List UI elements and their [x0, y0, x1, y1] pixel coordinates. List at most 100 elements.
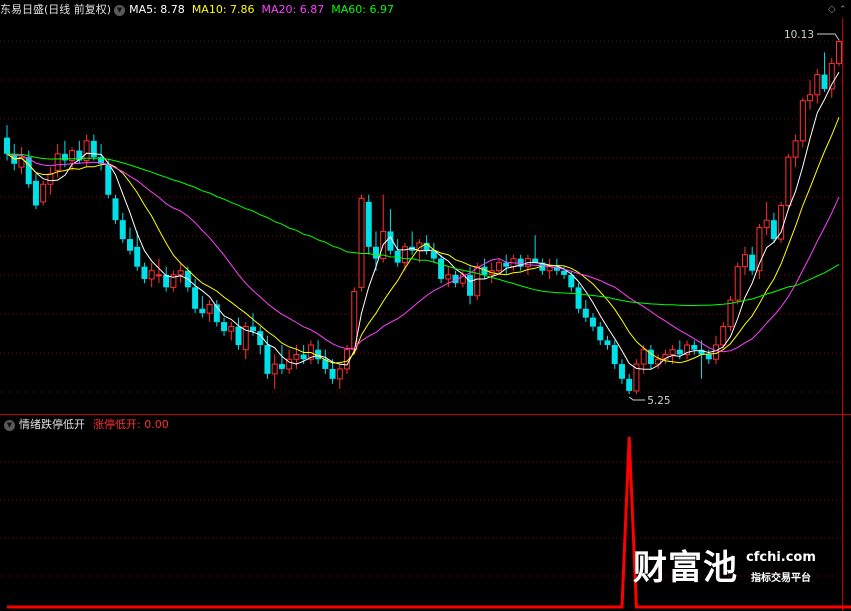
- ma-label: MA10: 7.86: [191, 3, 255, 16]
- candle-body: [691, 345, 698, 350]
- candle: [778, 201, 785, 243]
- candle-body: [40, 183, 47, 203]
- candle-body: [749, 254, 756, 271]
- candle-body: [126, 239, 133, 251]
- candle: [611, 340, 618, 369]
- candle-body: [221, 322, 228, 332]
- watermark-brand: 财富池: [633, 548, 738, 588]
- candle: [90, 134, 97, 161]
- candle-body: [821, 74, 828, 89]
- candle: [604, 335, 611, 350]
- candle: [315, 340, 322, 365]
- candle: [278, 345, 285, 374]
- candle: [358, 194, 365, 292]
- candle: [221, 317, 228, 336]
- candle: [206, 300, 213, 323]
- ma-legend: MA5: 8.78 MA10: 7.86 MA20: 6.87 MA60: 6.97: [129, 2, 401, 18]
- candle: [134, 231, 141, 271]
- candle-body: [597, 326, 604, 341]
- candle-body: [575, 287, 582, 309]
- candle: [821, 52, 828, 92]
- candle-body: [199, 308, 206, 314]
- candles-group: [4, 40, 842, 394]
- candle-body: [141, 266, 148, 279]
- candle-body: [365, 201, 372, 247]
- candle: [112, 194, 119, 224]
- candle: [633, 359, 640, 394]
- candle: [32, 173, 39, 210]
- candle: [546, 258, 553, 279]
- candle: [155, 258, 162, 284]
- candle: [387, 209, 394, 255]
- candle-body: [785, 156, 792, 207]
- candle: [271, 354, 278, 389]
- candle-body: [25, 157, 32, 185]
- candle-body: [105, 163, 112, 195]
- indicator-name: 情绪跌停低开: [19, 418, 85, 431]
- candle: [814, 68, 821, 104]
- candle-body: [148, 270, 155, 280]
- dropdown-icon[interactable]: ▼: [4, 419, 15, 431]
- candle-body: [112, 198, 119, 221]
- candle-body: [590, 317, 597, 327]
- candle-body: [438, 258, 445, 279]
- candle: [763, 201, 770, 236]
- indicator-header: ▼ 情绪跌停低开 涨停低开: 0.00: [0, 417, 169, 433]
- candle-body: [611, 345, 618, 365]
- candle: [322, 349, 329, 374]
- main-chart-header: 东易日盛(日线 前复权) ▼ MA5: 8.78 MA10: 7.86 MA20: 6.…: [0, 2, 401, 18]
- chart-canvas[interactable]: 10.13 5.25 ◇ ⌃: [0, 0, 851, 611]
- candle-body: [618, 364, 625, 379]
- candle: [582, 300, 589, 323]
- candle-body: [192, 287, 199, 309]
- candle: [170, 270, 177, 292]
- candle-body: [532, 258, 539, 263]
- candle: [807, 80, 814, 110]
- candle-body: [163, 274, 170, 288]
- candle-body: [300, 354, 307, 360]
- candle-body: [90, 140, 97, 158]
- candle: [119, 212, 126, 243]
- candle-body: [445, 274, 452, 280]
- candle-body: [582, 308, 589, 318]
- candle-body: [155, 274, 162, 277]
- candle: [698, 340, 705, 379]
- candle: [177, 262, 184, 284]
- candle: [163, 266, 170, 292]
- candle-body: [561, 270, 568, 275]
- candle: [430, 242, 437, 263]
- candle: [18, 147, 25, 174]
- candle-body: [264, 345, 271, 374]
- candle: [792, 134, 799, 168]
- candle-body: [329, 368, 336, 379]
- candle: [785, 153, 792, 210]
- candle-body: [177, 270, 184, 276]
- candle-body: [32, 180, 39, 206]
- candle: [756, 223, 763, 279]
- high-marker: [817, 33, 840, 41]
- candle-body: [814, 74, 821, 96]
- diamond-icon: ◇: [828, 4, 836, 15]
- candle-body: [503, 262, 510, 267]
- candle: [662, 349, 669, 365]
- candle: [575, 283, 582, 314]
- candle-body: [119, 220, 126, 240]
- ma-label: MA60: 6.97: [331, 3, 394, 16]
- candle-body: [358, 197, 365, 288]
- candle-body: [792, 140, 799, 158]
- candle-body: [134, 246, 141, 267]
- candle-body: [734, 266, 741, 301]
- candle: [61, 140, 68, 168]
- candle-body: [799, 100, 806, 142]
- watermark: 财富池 cfchi.com 指标交易平台: [633, 540, 816, 589]
- candle: [647, 345, 654, 369]
- candle-body: [836, 41, 842, 64]
- stock-title: 东易日盛(日线 前复权): [0, 3, 112, 16]
- candle: [532, 235, 539, 263]
- dropdown-icon[interactable]: ▼: [114, 4, 126, 16]
- candle: [228, 322, 235, 341]
- ma-label: MA20: 6.87: [261, 3, 325, 16]
- candle: [720, 322, 727, 350]
- candle: [235, 317, 242, 350]
- candle-body: [763, 219, 770, 229]
